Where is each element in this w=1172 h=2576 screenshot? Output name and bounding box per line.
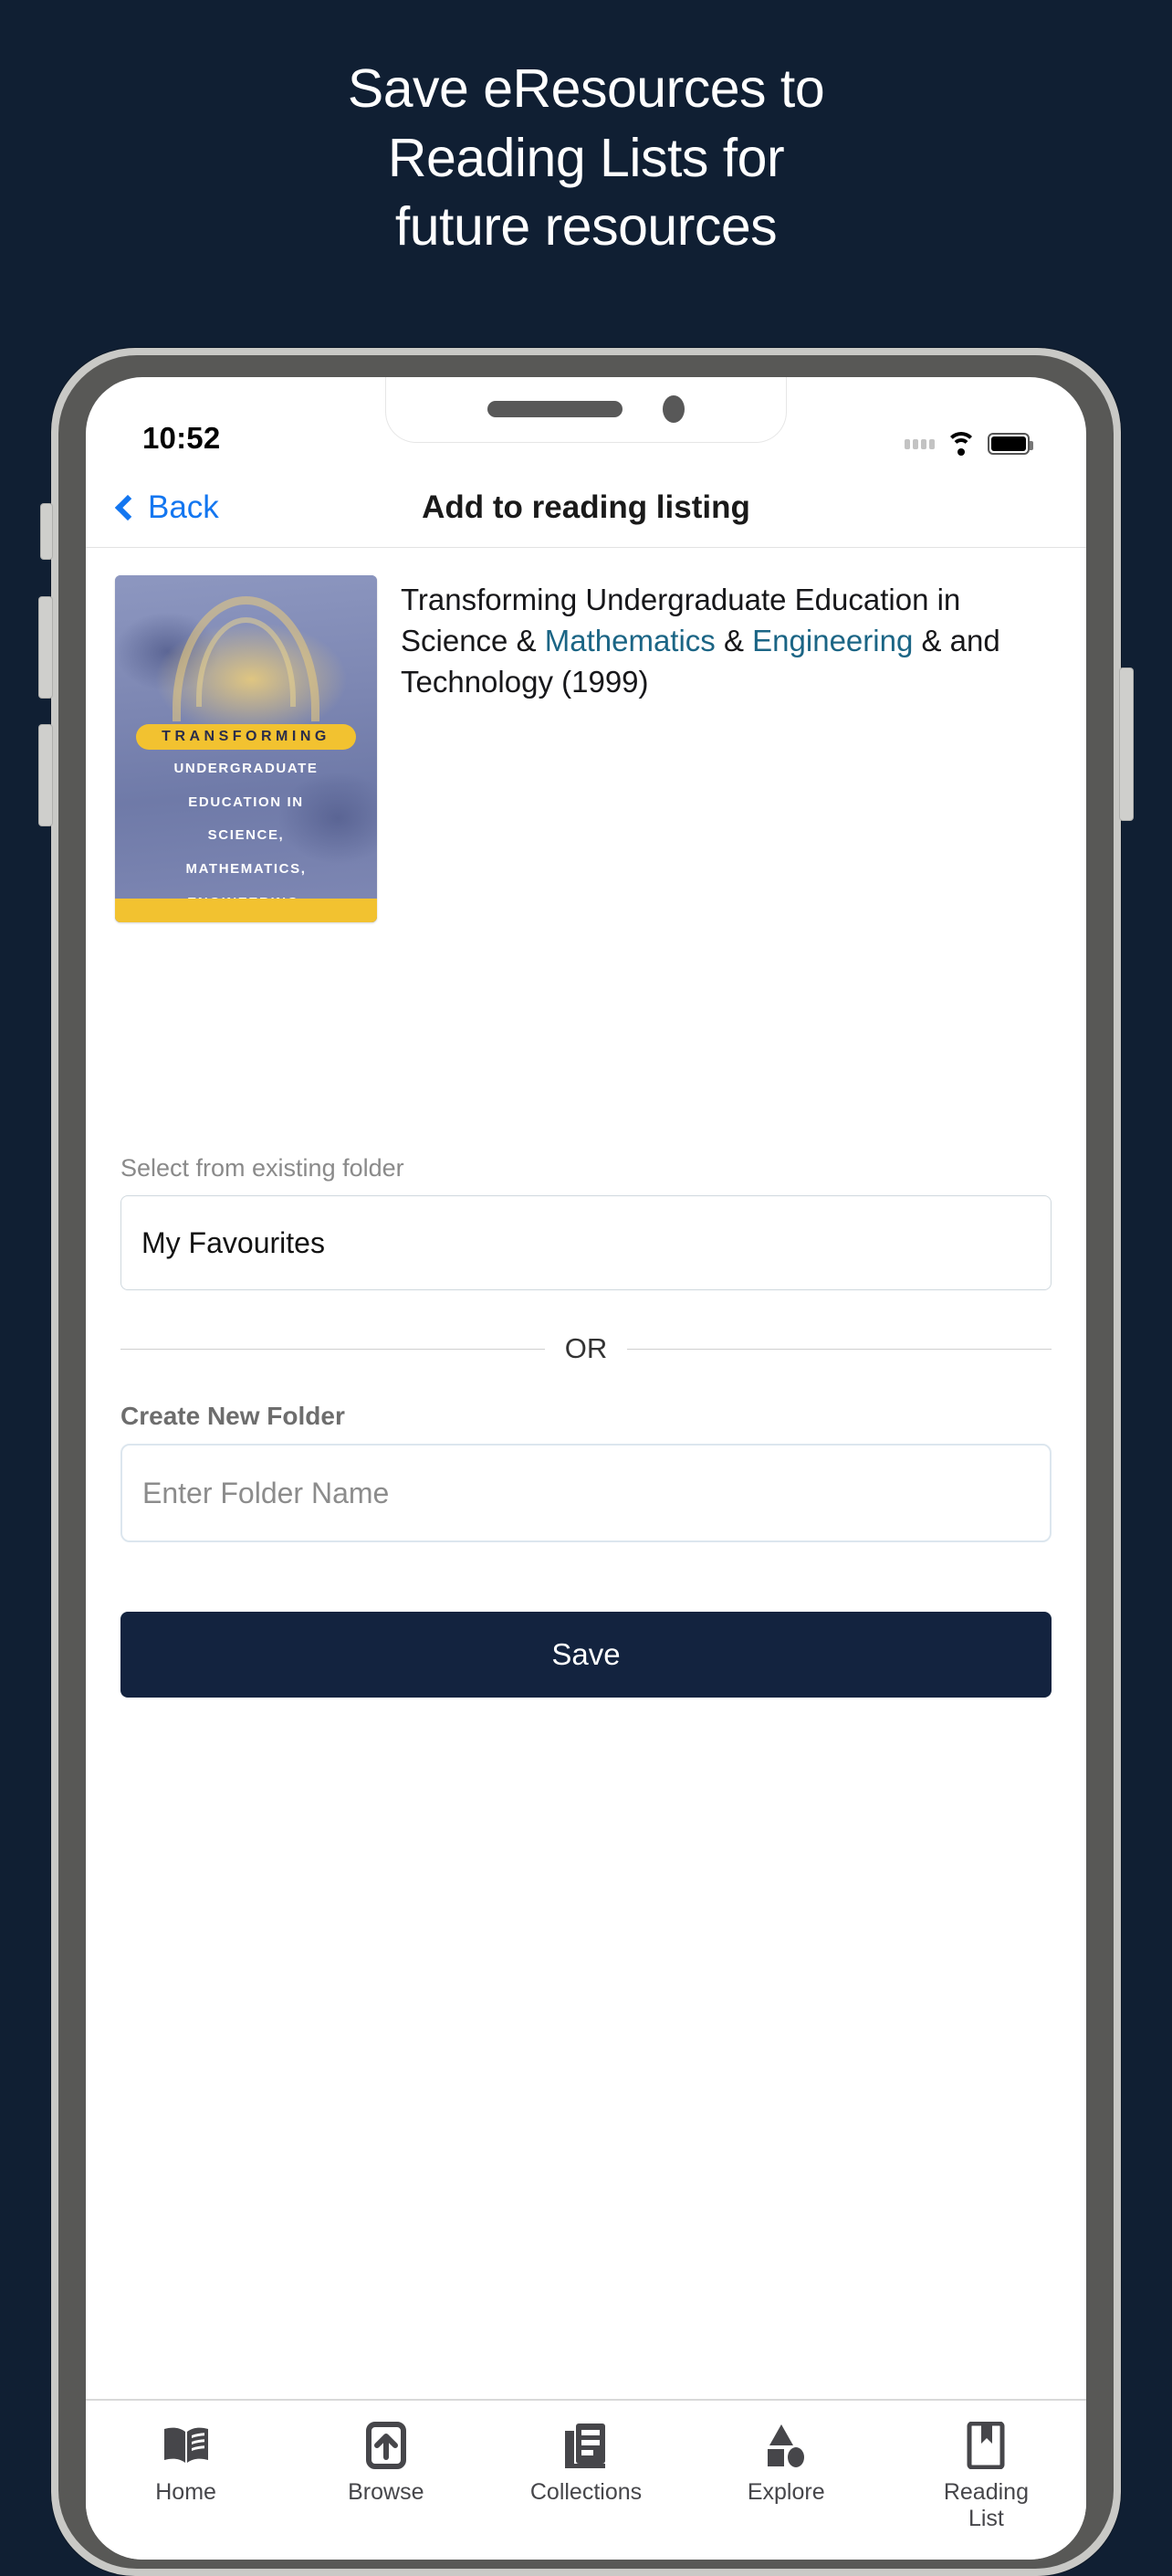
new-folder-placeholder: Enter Folder Name: [142, 1476, 390, 1509]
book-title: Transforming Undergraduate Education in …: [401, 575, 1052, 922]
new-folder-label: Create New Folder: [120, 1402, 345, 1430]
existing-folder-label: Select from existing folder: [120, 1154, 404, 1182]
divider-line-right: [627, 1348, 1052, 1350]
bookmark-book-icon: [966, 2421, 1006, 2470]
tab-browse[interactable]: Browse: [286, 2421, 486, 2560]
tab-collections-label: Collections: [529, 2479, 643, 2505]
navigation-bar: Back Add to reading listing: [86, 468, 1086, 547]
promo-line-1: Save eResources to: [347, 58, 825, 119]
tab-reading-list-label: Reading List: [944, 2479, 1029, 2532]
save-button-label: Save: [551, 1637, 621, 1671]
book-cover-line-3: SCIENCE,: [207, 827, 285, 844]
volume-down-button[interactable]: [38, 724, 53, 826]
phone-upload-icon: [365, 2421, 406, 2470]
tab-reading-list-label-line2: List: [968, 2506, 1004, 2531]
book-title-link-engineering[interactable]: Engineering: [752, 624, 913, 657]
book-title-segment: &: [715, 624, 753, 658]
existing-folder-select[interactable]: My Favourites: [120, 1195, 1052, 1290]
save-button[interactable]: Save: [120, 1612, 1052, 1698]
existing-folder-value: My Favourites: [141, 1225, 325, 1259]
main-content: TRANSFORMING UNDERGRADUATE EDUCATION IN …: [86, 548, 1086, 1974]
chevron-left-icon: [114, 494, 141, 521]
signal-dots-icon: [905, 438, 935, 449]
book-cover-image: TRANSFORMING UNDERGRADUATE EDUCATION IN …: [115, 575, 377, 922]
promo-line-3: future resources: [394, 196, 778, 258]
back-button-label: Back: [148, 489, 219, 525]
power-button[interactable]: [1119, 668, 1134, 821]
mute-switch[interactable]: [40, 503, 53, 560]
open-book-icon: [162, 2421, 210, 2470]
tab-collections[interactable]: Collections: [486, 2421, 685, 2560]
tab-reading-list[interactable]: Reading List: [886, 2421, 1086, 2560]
or-divider-label: OR: [564, 1332, 608, 1364]
tab-home-label: Home: [155, 2479, 216, 2505]
tab-browse-label: Browse: [348, 2479, 424, 2505]
tab-explore[interactable]: Explore: [686, 2421, 886, 2560]
new-folder-input[interactable]: Enter Folder Name: [120, 1444, 1052, 1542]
tab-reading-list-label-line1: Reading: [943, 2479, 1029, 2505]
book-cover-line-4: MATHEMATICS,: [185, 861, 307, 878]
volume-up-button[interactable]: [38, 596, 53, 699]
back-button[interactable]: Back: [114, 489, 219, 526]
or-divider: OR: [120, 1332, 1052, 1365]
promo-line-2: Reading Lists for: [387, 127, 785, 188]
tab-explore-label: Explore: [747, 2479, 825, 2505]
status-bar: 10:52: [86, 377, 1086, 468]
tab-home[interactable]: Home: [86, 2421, 286, 2560]
page-title: Add to reading listing: [422, 489, 750, 525]
divider-line-left: [120, 1348, 545, 1350]
battery-icon: [988, 433, 1033, 455]
reading-list-form: Select from existing folder My Favourite…: [86, 1154, 1086, 1698]
wifi-icon: [946, 432, 977, 456]
phone-device-frame: 10:52 Back Add to reading listing TRANSF…: [38, 348, 1134, 2576]
book-cover-banner: TRANSFORMING: [135, 724, 357, 751]
book-summary-row: TRANSFORMING UNDERGRADUATE EDUCATION IN …: [86, 548, 1086, 922]
book-cover-footer-bar: [115, 899, 377, 922]
status-bar-indicators: [905, 432, 1033, 456]
book-title-link-mathematics[interactable]: Mathematics: [545, 624, 716, 657]
book-cover-line-1: UNDERGRADUATE: [173, 760, 319, 776]
phone-screen: 10:52 Back Add to reading listing TRANSF…: [86, 377, 1086, 2560]
shapes-icon: [763, 2421, 809, 2470]
stacked-documents-icon: [563, 2421, 609, 2470]
status-bar-clock: 10:52: [142, 421, 221, 455]
book-cover-banner-text: TRANSFORMING: [162, 729, 330, 745]
book-cover-subtitle: UNDERGRADUATE EDUCATION IN SCIENCE, MATH…: [115, 752, 377, 922]
promo-headline: Save eResources to Reading Lists for fut…: [0, 55, 1172, 262]
book-cover-line-2: EDUCATION IN: [188, 794, 304, 810]
bottom-tab-bar: Home Browse Collections Explore Reading …: [86, 2399, 1086, 2560]
